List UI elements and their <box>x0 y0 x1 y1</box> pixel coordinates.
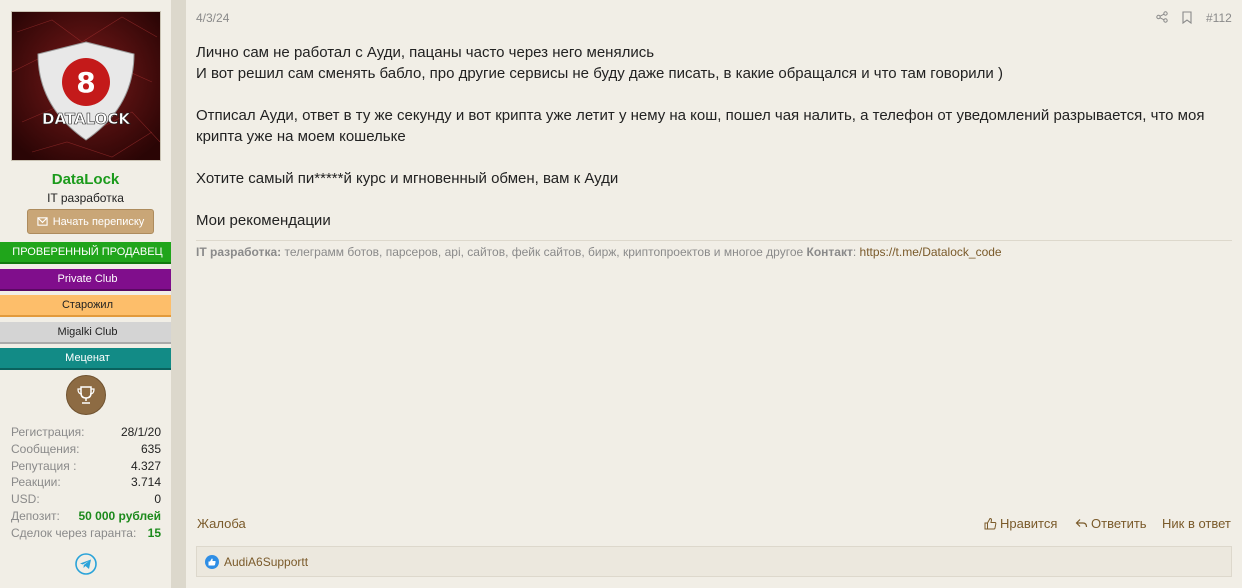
username[interactable]: DataLock <box>0 171 171 188</box>
post-line: Лично сам не работал с Ауди, пацаны част… <box>196 44 655 61</box>
start-conversation-label: Начать переписку <box>52 215 145 228</box>
stat-reactions: Реакции: 3.714 <box>11 474 161 491</box>
thumbs-up-icon <box>984 517 997 530</box>
stat-key: Сделок через гаранта: <box>11 525 137 540</box>
stat-key: Регистрация: <box>11 425 85 439</box>
share-icon[interactable] <box>1156 11 1168 23</box>
reply-icon <box>1075 519 1088 528</box>
signature-link[interactable]: https://t.me/Datalock_code <box>860 245 1002 259</box>
stat-value: 28/1/20 <box>120 425 161 439</box>
user-title: IT разработка <box>47 191 124 205</box>
stat-deposit: Депозит: 50 000 рублей <box>11 508 161 525</box>
post-line: Хотите самый пи*****й курс и мгновенный … <box>196 170 619 187</box>
post-body: Лично сам не работал с Ауди, пацаны част… <box>196 42 1232 231</box>
user-sidebar: 8 DATALOCK DataLock IT разработка Начать… <box>0 0 175 588</box>
stat-usd: USD: 0 <box>11 491 161 508</box>
stat-key: Депозит: <box>11 508 60 523</box>
envelope-icon <box>37 217 48 226</box>
trophy-icon[interactable] <box>66 375 106 415</box>
stat-value: 4.327 <box>130 458 161 473</box>
signature-label-dev: IT разработка: <box>196 245 282 259</box>
svg-text:8: 8 <box>76 66 95 99</box>
post-line: Отписал Ауди, ответ в ту же секунду и во… <box>196 107 1205 145</box>
stat-key: Реакции: <box>11 475 61 490</box>
avatar[interactable]: 8 DATALOCK <box>11 11 161 161</box>
sidebar-divider <box>171 0 186 588</box>
post-number[interactable]: #112 <box>1206 11 1232 25</box>
stat-guarantor-deals: Сделок через гаранта: 15 <box>11 525 161 542</box>
telegram-icon[interactable] <box>75 553 97 575</box>
reply-label: Ответить <box>1091 516 1147 531</box>
nick-reply-button[interactable]: Ник в ответ <box>1162 516 1231 531</box>
stat-value: 0 <box>154 492 161 507</box>
post-main: 4/3/24 #112 Лично сам не работал с Ауди,… <box>186 0 1242 588</box>
user-stats: Регистрация: 28/1/20 Сообщения: 635 Репута… <box>11 424 161 542</box>
stat-registration: Регистрация: 28/1/20 <box>11 424 161 441</box>
stat-value: 15 <box>147 525 161 540</box>
stat-value: 50 000 рублей <box>78 508 161 523</box>
svg-text:DATALOCK: DATALOCK <box>42 110 131 128</box>
bookmark-icon[interactable] <box>1182 11 1192 24</box>
banner-private-club: Private Club <box>0 269 175 291</box>
banner-verified-seller: ПРОВЕРЕННЫЙ ПРОДАВЕЦ <box>0 242 175 264</box>
signature-sep: : <box>852 245 860 259</box>
banner-migalki-club: Migalki Club <box>0 322 175 344</box>
stat-value: 3.714 <box>130 475 161 490</box>
stat-key: Репутация : <box>11 458 77 473</box>
stat-key: USD: <box>11 492 40 507</box>
like-button[interactable]: Нравится <box>984 516 1057 531</box>
like-label: Нравится <box>1000 516 1058 531</box>
banner-patron: Меценат <box>0 348 175 370</box>
post-date[interactable]: 4/3/24 <box>196 11 229 25</box>
stat-value[interactable]: 635 <box>141 441 161 458</box>
signature-divider <box>196 240 1232 241</box>
stat-key: Сообщения: <box>11 441 80 456</box>
signature: IT разработка: телеграмм ботов, парсеров… <box>196 245 1002 259</box>
signature-label-contact: Контакт <box>806 245 853 259</box>
reply-button[interactable]: Ответить <box>1075 516 1147 531</box>
banner-old-timer: Старожил <box>0 295 175 317</box>
reaction-user[interactable]: AudiA6Supportt <box>224 555 308 569</box>
start-conversation-button[interactable]: Начать переписку <box>27 209 154 234</box>
signature-text: телеграмм ботов, парсеров, api, сайтов, … <box>281 245 807 259</box>
stat-reputation: Репутация : 4.327 <box>11 458 161 475</box>
nick-reply-label: Ник в ответ <box>1162 516 1231 531</box>
like-reaction-icon <box>205 554 219 569</box>
post-line: И вот решил сам сменять бабло, про други… <box>196 65 1003 82</box>
reactions-bar[interactable]: AudiA6Supportt <box>196 546 1232 577</box>
stat-messages: Сообщения: 635 <box>11 441 161 458</box>
report-link[interactable]: Жалоба <box>197 516 246 531</box>
post-line: Мои рекомендации <box>196 212 331 229</box>
